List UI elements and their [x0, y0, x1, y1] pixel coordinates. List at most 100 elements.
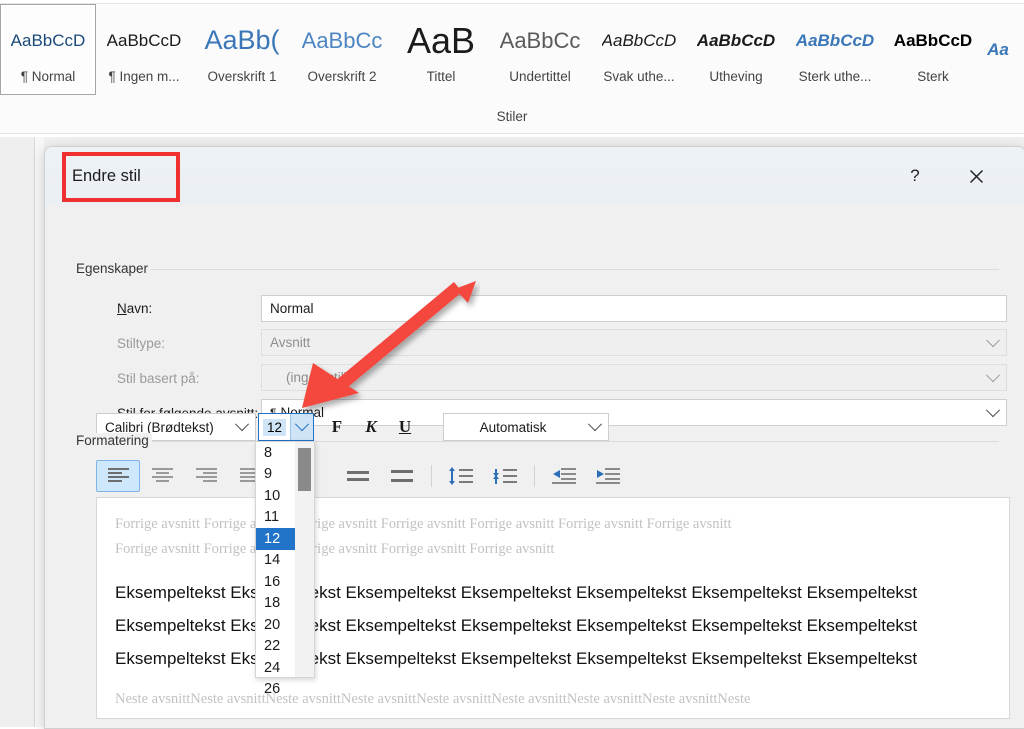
style-sample-text: AaBbCcD [893, 30, 973, 50]
help-icon[interactable]: ? [897, 159, 933, 193]
preview-previous-line-1: Forrige avsnitt Forrige avsnitt Forrige … [115, 516, 732, 532]
style-sample-text: AaBbCcD [696, 30, 776, 50]
name-field[interactable]: Normal [261, 295, 1007, 322]
style-gallery-item[interactable]: AaBbCcD Svak uthe... [590, 4, 688, 95]
navn-accesskey: N [117, 300, 127, 316]
style-sample-text: AaBbCcD [10, 30, 86, 50]
style-gallery-label: Svak uthe... [603, 68, 675, 84]
font-size-option[interactable]: 22 [256, 636, 296, 658]
style-gallery-label: ¶ Ingen m... [108, 68, 180, 84]
font-size-dropdown[interactable]: 8 9 10 11 12 14 16 18 20 22 24 26 [255, 441, 315, 697]
style-gallery-item[interactable]: AaBbCc Overskrift 2 [292, 4, 392, 95]
font-color-combo[interactable]: Automatisk [443, 413, 609, 441]
style-type-select[interactable]: Avsnitt [261, 329, 1007, 356]
line-spacing-double-button[interactable] [380, 460, 424, 492]
annotation-highlight-box [62, 152, 180, 202]
underline-button[interactable]: U [388, 412, 422, 442]
dropdown-scrollbar-thumb[interactable] [298, 448, 311, 491]
chevron-down-icon[interactable] [290, 414, 313, 440]
chevron-down-icon[interactable] [980, 400, 1006, 425]
font-size-option[interactable]: 16 [256, 571, 296, 593]
paragraph-spacing-before-button[interactable] [439, 460, 483, 492]
style-gallery-item[interactable]: Aa [980, 4, 1016, 95]
style-sample-text: AaB [406, 19, 476, 61]
bold-button[interactable]: F [320, 412, 354, 442]
style-gallery-item[interactable]: AaBbCc Undertittel [490, 4, 590, 95]
ribbon-group-label-stiler: Stiler [0, 100, 1024, 133]
font-size-option[interactable]: 9 [256, 464, 296, 486]
preview-sample-line-1: Eksempeltekst Eksempeltekst Eksempelteks… [115, 583, 918, 602]
stiltype-label: Stiltype: [117, 335, 166, 351]
style-gallery-label: Sterk uthe... [798, 68, 872, 84]
font-size-option[interactable]: 12 [256, 528, 296, 550]
increase-indent-button[interactable] [586, 460, 630, 492]
style-gallery-item[interactable]: AaB Tittel [392, 4, 490, 95]
chevron-down-icon[interactable] [980, 330, 1006, 355]
label-stil-basert-pa: Stil basert på: [117, 365, 200, 391]
font-color-value: Automatisk [479, 419, 547, 435]
document-page-edge [35, 137, 44, 727]
font-size-combo[interactable]: 12 [258, 413, 314, 441]
font-size-option[interactable]: 18 [256, 593, 296, 615]
close-icon[interactable] [958, 159, 994, 193]
font-size-option[interactable]: 10 [256, 485, 296, 507]
chevron-down-icon[interactable] [980, 365, 1006, 390]
style-gallery-label: ¶ Normal [20, 68, 76, 84]
style-based-on-select[interactable]: (ingen stil) [261, 364, 1007, 391]
font-size-option[interactable]: 14 [256, 550, 296, 572]
group-label-egenskaper: Egenskaper [73, 261, 152, 276]
preview-sample-line-3: Eksempeltekst Eksempeltekst Eksempelteks… [115, 649, 918, 668]
font-size-option[interactable]: 26 [256, 679, 296, 701]
chevron-down-icon[interactable] [582, 414, 608, 440]
style-gallery-label: Overskrift 2 [307, 68, 377, 84]
style-sample-text: AaBbCcD [795, 30, 875, 50]
style-preview-pane: Forrige avsnitt Forrige avsnitt Forrige … [96, 497, 1010, 719]
font-style-buttons: F K U [320, 412, 422, 442]
align-right-button[interactable] [184, 460, 228, 492]
preview-next-line-1: Neste avsnittNeste avsnittNeste avsnittN… [115, 691, 751, 707]
style-sample-text: Aa [987, 39, 1009, 59]
styles-gallery[interactable]: AaBbCcD ¶ Normal AaBbCcD ¶ Ingen m... AaBb( O… [0, 3, 1024, 102]
style-gallery-label: Tittel [426, 68, 456, 84]
dialog-title-bar: Endre stil ? [45, 147, 1024, 205]
style-gallery-label: Utheving [709, 68, 763, 84]
style-sample-text: AaBbCcD [106, 30, 182, 50]
ribbon: AaBbCcD ¶ Normal AaBbCcD ¶ Ingen m... AaBb( O… [0, 0, 1024, 137]
dropdown-scrollbar[interactable] [295, 442, 314, 677]
label-navn: Navn: [117, 295, 152, 321]
font-size-option[interactable]: 11 [256, 507, 296, 529]
based-on-label: Stil basert på: [117, 370, 200, 386]
style-gallery-item[interactable]: AaBbCcD Utheving [688, 4, 784, 95]
group-rule-egenskaper [73, 269, 999, 270]
decrease-indent-button[interactable] [542, 460, 586, 492]
screenshot-root: AaBbCcD ¶ Normal AaBbCcD ¶ Ingen m... AaBb( O… [0, 0, 1024, 729]
line-spacing-single-button[interactable] [336, 460, 380, 492]
paragraph-toolbar [96, 459, 636, 493]
style-gallery-item[interactable]: AaBbCcD Sterk [886, 4, 980, 95]
style-gallery-item[interactable]: AaBb( Overskrift 1 [192, 4, 292, 95]
preview-sample-line-2: Eksempeltekst Eksempeltekst Eksempelteks… [115, 616, 918, 635]
font-size-option[interactable]: 8 [256, 442, 296, 464]
font-size-option-list[interactable]: 8 9 10 11 12 14 16 18 20 22 24 26 [256, 442, 296, 697]
style-gallery-label: Overskrift 1 [207, 68, 277, 84]
style-gallery-label: Sterk [917, 68, 949, 84]
paragraph-spacing-after-button[interactable] [483, 460, 527, 492]
font-size-value: 12 [263, 418, 287, 436]
style-gallery-item[interactable]: AaBbCcD ¶ Ingen m... [96, 4, 192, 95]
style-gallery-item[interactable]: AaBbCcD Sterk uthe... [784, 4, 886, 95]
style-sample-text: AaBb( [204, 25, 280, 55]
align-center-button[interactable] [140, 460, 184, 492]
name-field-value: Normal [270, 301, 314, 316]
chevron-down-icon[interactable] [229, 414, 255, 440]
style-sample-text: AaBbCc [499, 27, 581, 53]
font-size-option[interactable]: 20 [256, 614, 296, 636]
style-gallery-item[interactable]: AaBbCcD ¶ Normal [0, 4, 96, 95]
toolbar-separator [534, 465, 535, 487]
italic-button[interactable]: K [354, 412, 388, 442]
style-type-value: Avsnitt [270, 335, 311, 350]
font-size-option[interactable]: 24 [256, 657, 296, 679]
style-sample-text: AaBbCcD [601, 30, 677, 50]
group-label-formatering: Formatering [73, 433, 152, 448]
align-left-button[interactable] [96, 460, 140, 492]
label-stiltype: Stiltype: [117, 330, 165, 356]
